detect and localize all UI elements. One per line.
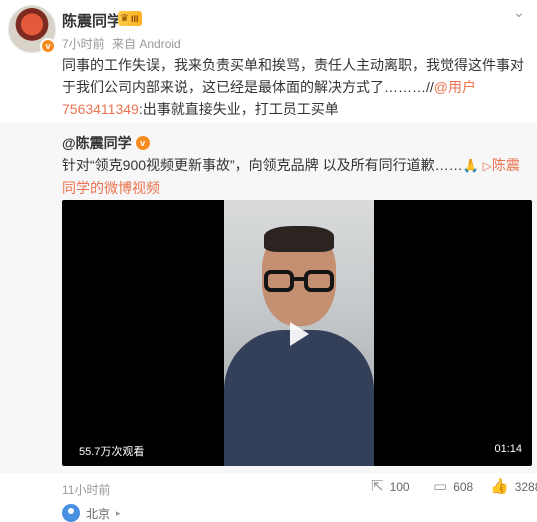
repost-text-body: 针对“领克900视频更新事故”，向领克品牌 以及所有同行道歉……: [62, 157, 463, 173]
like-count: 3288: [514, 479, 537, 494]
post-text: 同事的工作失误，我来负责买单和挨骂，责任人主动离职，我觉得这件事对于我们公司内部…: [62, 54, 530, 120]
location-pin-icon: [62, 504, 80, 522]
comment-count: 608: [453, 479, 474, 494]
share-icon: ⇱: [371, 478, 384, 495]
post-time[interactable]: 7小时前: [62, 37, 105, 51]
video-player[interactable]: 55.7万次观看 01:14: [62, 200, 532, 466]
post-username[interactable]: 陈震同学: [62, 10, 122, 31]
crown-icon: ♛: [120, 13, 129, 24]
comment-icon: ▭: [433, 478, 448, 495]
pray-emoji-icon: 🙏: [462, 158, 479, 173]
verified-badge: v: [40, 38, 56, 54]
chevron-right-icon: ▸: [116, 507, 121, 518]
verified-icon: v: [135, 136, 150, 150]
play-link-icon: ▷: [482, 159, 492, 173]
share-count: 100: [389, 479, 410, 494]
vip-badge[interactable]: ♛ III: [118, 11, 143, 26]
video-duration: 01:14: [494, 443, 522, 455]
like-button[interactable]: 👍 3288: [490, 479, 537, 494]
repost-username[interactable]: @陈震同学: [62, 133, 132, 153]
vip-level: III: [130, 13, 139, 24]
location-name: 北京: [86, 506, 111, 521]
post-source: 来自 Android: [112, 37, 181, 51]
repost-text: 针对“领克900视频更新事故”，向领克品牌 以及所有同行道歉……🙏 ▷陈震同学的…: [62, 154, 532, 199]
video-view-count: 55.7万次观看: [79, 446, 145, 458]
play-icon[interactable]: [280, 317, 314, 351]
person-hair: [264, 226, 334, 252]
more-menu-button[interactable]: ⌄: [509, 4, 529, 20]
share-button[interactable]: ⇱ 100: [371, 479, 410, 494]
repost-card[interactable]: @陈震同学 v 针对“领克900视频更新事故”，向领克品牌 以及所有同行道歉………: [0, 123, 537, 473]
repost-username-row: @陈震同学 v: [62, 133, 150, 153]
post-text-tail: :出事就直接失业，打工员工买单: [138, 101, 339, 117]
chevron-down-icon: ⌄: [513, 3, 525, 20]
glasses: [264, 270, 334, 292]
comment-button[interactable]: ▭ 608: [433, 479, 473, 494]
post-meta: 7小时前 来自 Android: [62, 35, 181, 52]
thumbs-up-icon: 👍: [490, 478, 509, 495]
location-tag[interactable]: 北京 ▸: [62, 504, 121, 522]
repost-timestamp[interactable]: 11小时前: [62, 481, 110, 498]
weibo-post: v 陈震同学 ♛ III 7小时前 来自 Android ⌄ 同事的工作失误，我…: [0, 0, 537, 522]
